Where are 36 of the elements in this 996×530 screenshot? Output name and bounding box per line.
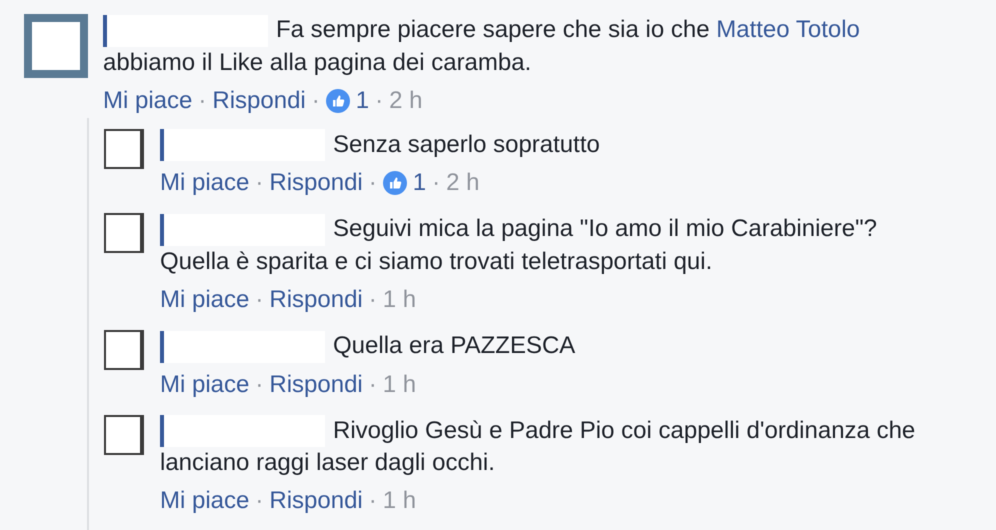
separator-dot: · — [255, 168, 264, 198]
mention-link[interactable]: Matteo Totolo — [716, 16, 860, 43]
separator-dot: · — [198, 86, 206, 116]
comment-text: Fa sempre piacere sapere che sia io che Matteo Totolo abbiamo il Like alla pagina dei caramba. — [103, 14, 861, 78]
separator-dot: · — [368, 284, 377, 315]
separator-dot: · — [368, 486, 377, 516]
separator-dot: · — [255, 284, 264, 315]
thumbs-up-icon[interactable] — [326, 88, 350, 113]
action-link[interactable]: Rispondi — [269, 485, 363, 518]
action-link[interactable]: Rispondi — [269, 167, 363, 200]
avatar[interactable] — [104, 414, 144, 455]
action-link[interactable]: Rispondi — [269, 368, 363, 401]
comment-text: Seguivi mica la pagina "Io amo il mio Carabiniere"? Quella è sparita e ci siamo trovati teletrasportati qui. — [160, 213, 878, 277]
comment-text: Quella era PAZZESCA — [160, 330, 930, 363]
reaction-count[interactable]: 1 — [356, 84, 370, 117]
comment-text: Senza saperlo sopratutto — [160, 128, 930, 162]
action-link[interactable]: Mi piace — [160, 485, 250, 518]
comment-text: Rivoglio Gesù e Padre Pio coi cappelli d'ordinanza che lanciano raggi laser dagli occhi. — [160, 414, 916, 478]
action-link[interactable]: Rispondi — [269, 284, 363, 316]
action-link[interactable]: Mi piace — [160, 167, 250, 200]
action-link[interactable]: Mi piace — [160, 368, 250, 401]
separator-dot: · — [255, 486, 264, 516]
thumbs-up-icon[interactable] — [382, 171, 407, 196]
action-link[interactable]: Rispondi — [212, 84, 306, 117]
separator-dot: · — [255, 370, 264, 400]
separator-dot: · — [375, 86, 384, 116]
avatar[interactable] — [104, 330, 144, 370]
avatar[interactable] — [104, 128, 144, 169]
reaction-count[interactable]: 1 — [412, 167, 426, 200]
separator-dot: · — [312, 86, 320, 116]
separator-dot: · — [432, 168, 440, 198]
action-link[interactable]: Mi piace — [160, 284, 250, 316]
avatar[interactable] — [104, 213, 144, 254]
separator-dot: · — [368, 168, 377, 198]
action-link[interactable]: Mi piace — [103, 84, 192, 117]
separator-dot: · — [368, 370, 377, 400]
